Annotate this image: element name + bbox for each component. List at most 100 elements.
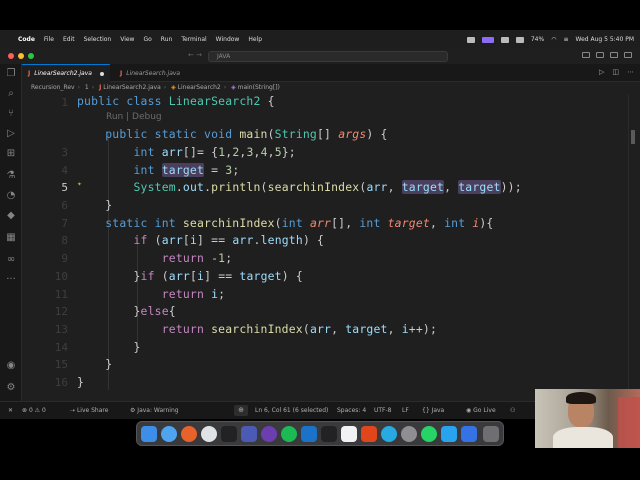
customize-layout-icon[interactable] bbox=[624, 52, 632, 58]
remote-icon[interactable]: ✕ bbox=[8, 407, 13, 414]
codelens-run-debug[interactable]: Run | Debug bbox=[106, 112, 162, 122]
screen-recording-icon[interactable] bbox=[481, 36, 494, 43]
live-share-icon[interactable]: ∞ bbox=[5, 254, 17, 266]
copilot-icon[interactable]: ⚇ bbox=[510, 407, 515, 414]
breadcrumb-item[interactable]: main(String[]) bbox=[238, 84, 280, 91]
code-line-11: return i; bbox=[161, 287, 226, 301]
line-number: 13 bbox=[54, 323, 68, 336]
java-status[interactable]: ⚙ Java: Warning bbox=[130, 407, 179, 414]
breadcrumb: Recursion_Rev › 1 › J LinearSearch2.java › … bbox=[22, 82, 640, 94]
docker-icon[interactable]: ▦ bbox=[5, 232, 17, 244]
search-icon[interactable]: ⌕ bbox=[5, 88, 17, 100]
clion-icon[interactable] bbox=[321, 426, 337, 442]
code-editor[interactable]: 1 3 4 5 6 7 8 9 10 11 12 13 14 15 16 ✦ p… bbox=[22, 94, 640, 401]
extensions-icon[interactable]: ⊞ bbox=[5, 148, 17, 160]
toggle-secondary-sidebar-icon[interactable] bbox=[610, 52, 618, 58]
live-share-status[interactable]: ⇢ Live Share bbox=[70, 407, 108, 414]
chrome-icon[interactable] bbox=[201, 426, 217, 442]
settings-gear-icon[interactable]: ⚙ bbox=[5, 382, 17, 394]
code-line-4: int target = 3; bbox=[133, 163, 240, 177]
intellij-icon[interactable] bbox=[241, 426, 257, 442]
notion-icon[interactable] bbox=[341, 426, 357, 442]
menu-view[interactable]: View bbox=[120, 36, 134, 43]
more-icon[interactable]: ··· bbox=[5, 274, 17, 286]
menubar-clock[interactable]: Wed Aug 5 5:40 PM bbox=[575, 36, 634, 43]
breadcrumb-item[interactable]: LinearSearch2.java bbox=[103, 84, 161, 91]
menu-file[interactable]: File bbox=[44, 36, 54, 43]
encoding-status[interactable]: UTF-8 bbox=[374, 407, 392, 414]
tab-linearsearch2[interactable]: J LinearSearch2.java bbox=[22, 64, 110, 82]
more-actions-icon[interactable]: ⋯ bbox=[627, 68, 634, 76]
menu-edit[interactable]: Edit bbox=[63, 36, 75, 43]
zoom-window-button[interactable] bbox=[28, 53, 34, 59]
run-debug-icon[interactable]: ▷ bbox=[5, 128, 17, 140]
terminal-icon[interactable] bbox=[221, 426, 237, 442]
account-icon[interactable]: ◉ bbox=[5, 360, 17, 372]
proxyman-icon[interactable] bbox=[381, 426, 397, 442]
menu-window[interactable]: Window bbox=[216, 36, 240, 43]
xcode-tools-icon[interactable] bbox=[361, 426, 377, 442]
vscode-icon[interactable] bbox=[301, 426, 317, 442]
battery-percent[interactable]: 74% bbox=[531, 36, 544, 43]
firefox-icon[interactable] bbox=[181, 426, 197, 442]
code-line-14: } bbox=[77, 340, 141, 354]
command-center-search[interactable]: JAVA bbox=[208, 51, 448, 62]
menu-selection[interactable]: Selection bbox=[84, 36, 112, 43]
code-line-9: return -1; bbox=[161, 251, 233, 265]
remote-explorer-icon[interactable]: ◔ bbox=[5, 190, 17, 202]
status-item-icon[interactable] bbox=[515, 36, 524, 43]
spotify-icon[interactable] bbox=[281, 426, 297, 442]
menu-run[interactable]: Run bbox=[161, 36, 173, 43]
run-java-icon[interactable]: ▷ bbox=[599, 68, 604, 76]
toggle-sidebar-icon[interactable] bbox=[582, 52, 590, 58]
close-window-button[interactable] bbox=[8, 53, 14, 59]
toggle-panel-icon[interactable] bbox=[596, 52, 604, 58]
unsaved-dot-icon[interactable] bbox=[99, 71, 104, 76]
system-settings-icon[interactable] bbox=[401, 426, 417, 442]
eol-status[interactable]: LF bbox=[402, 407, 409, 414]
code-line-7: static int searchinIndex(int arr[], int … bbox=[105, 216, 494, 230]
status-item-icon[interactable] bbox=[500, 36, 509, 43]
menu-help[interactable]: Help bbox=[248, 36, 262, 43]
window-title-bar: ← → JAVA bbox=[0, 49, 640, 64]
line-number: 7 bbox=[61, 217, 68, 230]
control-center-icon[interactable]: ≡ bbox=[563, 36, 568, 43]
obsidian-icon[interactable] bbox=[261, 426, 277, 442]
source-control-icon[interactable]: ⑂ bbox=[5, 108, 17, 120]
java-status-label: Java: Warning bbox=[137, 407, 179, 414]
java-file-icon: J bbox=[28, 70, 31, 77]
scrollbar-thumb[interactable] bbox=[631, 130, 635, 144]
nav-back-forward-icon[interactable]: ← → bbox=[188, 51, 202, 59]
line-number: 14 bbox=[54, 341, 68, 354]
explorer-icon[interactable]: ❐ bbox=[5, 68, 17, 80]
go-live-label: Go Live bbox=[473, 407, 496, 414]
whatsapp-icon[interactable] bbox=[421, 426, 437, 442]
line-number: 4 bbox=[61, 164, 68, 177]
cursor-position[interactable]: Ln 6, Col 61 (6 selected) bbox=[255, 407, 328, 414]
go-live-status[interactable]: ◉ Go Live bbox=[466, 407, 496, 414]
app-store-icon[interactable] bbox=[461, 426, 477, 442]
status-item-icon[interactable] bbox=[466, 36, 475, 43]
minimize-window-button[interactable] bbox=[18, 53, 24, 59]
wifi-icon[interactable]: ◠ bbox=[551, 36, 556, 43]
menu-terminal[interactable]: Terminal bbox=[181, 36, 206, 43]
indentation-status[interactable]: Spaces: 4 bbox=[337, 407, 366, 414]
code-line-1: public class LinearSearch2 { bbox=[77, 94, 275, 108]
menu-code[interactable]: Code bbox=[18, 36, 35, 43]
testing-icon[interactable]: ⚗ bbox=[5, 170, 17, 182]
breadcrumb-item[interactable]: LinearSearch2 bbox=[178, 84, 221, 91]
breadcrumb-item[interactable]: Recursion_Rev bbox=[31, 84, 75, 91]
telegram-icon[interactable] bbox=[441, 426, 457, 442]
zoom-indicator-icon[interactable]: ⊕ bbox=[234, 405, 248, 416]
menu-go[interactable]: Go bbox=[143, 36, 151, 43]
language-mode[interactable]: {} Java bbox=[422, 407, 444, 414]
tab-linearsearch[interactable]: J LinearSearch.java bbox=[114, 64, 186, 82]
finder-icon[interactable] bbox=[141, 426, 157, 442]
problems-status[interactable]: ⊗ 0 ⚠ 0 bbox=[22, 407, 46, 414]
safari-icon[interactable] bbox=[161, 426, 177, 442]
code-line-6: } bbox=[77, 198, 113, 212]
split-editor-icon[interactable]: ◫ bbox=[612, 68, 619, 76]
python-icon[interactable]: ◆ bbox=[5, 210, 17, 222]
trash-icon[interactable] bbox=[483, 426, 499, 442]
breadcrumb-item[interactable]: 1 bbox=[85, 84, 89, 91]
